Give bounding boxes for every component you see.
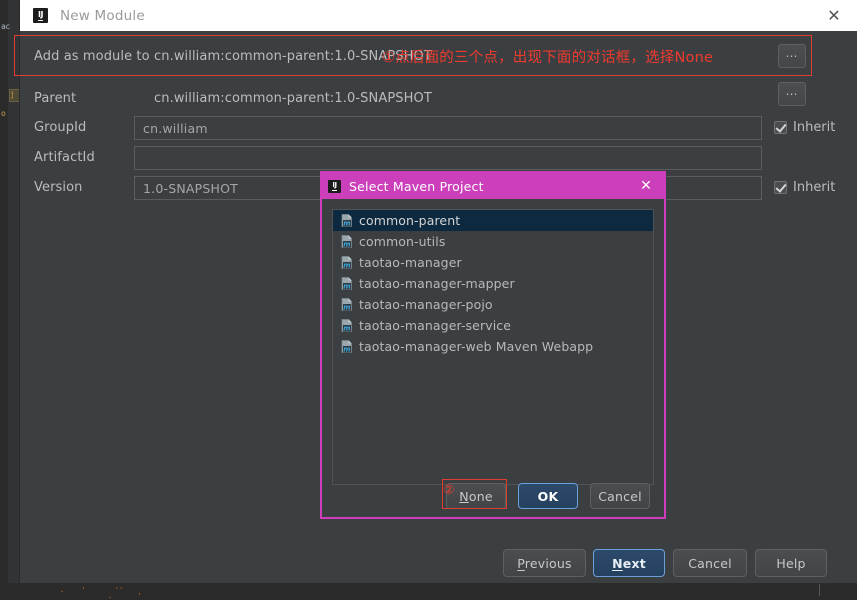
maven-dialog-titlebar: IJ Select Maven Project ✕ — [322, 173, 664, 199]
maven-project-list-item-label: common-utils — [359, 234, 446, 249]
next-button[interactable]: Next — [593, 549, 665, 577]
maven-module-icon: m — [341, 277, 353, 291]
maven-project-list-item[interactable]: m taotao-manager-web Maven Webapp — [333, 336, 653, 357]
svg-text:m: m — [343, 325, 350, 332]
ellipsis-icon: ⋯ — [785, 87, 799, 101]
version-inherit-label: Inherit — [793, 180, 836, 195]
groupid-input[interactable]: cn.william — [134, 116, 762, 140]
version-inherit-checkbox[interactable]: Inherit — [774, 180, 835, 195]
none-button-label-rest: one — [468, 488, 493, 504]
none-button[interactable]: None — [446, 483, 506, 509]
label-groupid: GroupId — [34, 120, 87, 135]
maven-module-icon: m — [341, 340, 353, 354]
checkbox-checked-icon — [774, 181, 787, 194]
next-button-label-rest: ext — [622, 555, 646, 571]
screen: ac j o . ' '' . ' IJ New Module ✕ Add as… — [0, 0, 857, 600]
maven-project-list-item[interactable]: m taotao-manager-pojo — [333, 294, 653, 315]
artifactid-input[interactable] — [134, 146, 762, 170]
browse-button-parent[interactable]: ⋯ — [778, 82, 806, 106]
maven-project-list-item-label: common-parent — [359, 213, 461, 228]
maven-dialog-footer: None OK Cancel — [322, 473, 664, 517]
maven-project-list-item[interactable]: m taotao-manager-mapper — [333, 273, 653, 294]
browse-button-add-as-module-to[interactable]: ⋯ — [778, 44, 806, 68]
svg-text:m: m — [343, 283, 350, 290]
maven-project-list-item[interactable]: m taotao-manager — [333, 252, 653, 273]
maven-project-list-item-label: taotao-manager-service — [359, 318, 512, 333]
close-icon[interactable]: ✕ — [636, 175, 656, 197]
intellij-idea-icon: IJ — [328, 179, 341, 193]
annotation-text-step1: ①点后面的三个点，出现下面的对话框，选择None — [382, 50, 714, 66]
cancel-button-maven[interactable]: Cancel — [590, 483, 650, 509]
maven-module-icon: m — [341, 319, 353, 333]
previous-button-label-rest: revious — [524, 555, 572, 571]
ellipsis-icon: ⋯ — [785, 49, 799, 63]
value-parent: cn.william:common-parent:1.0-SNAPSHOT — [154, 90, 432, 106]
ide-tab-label-0: ac — [1, 22, 10, 31]
row-parent: Parent cn.william:common-parent:1.0-SNAP… — [20, 83, 857, 113]
close-icon[interactable]: ✕ — [811, 0, 857, 31]
maven-project-list[interactable]: m common-parent m common-utils m taotao-manag… — [332, 209, 654, 485]
label-add-as-module-to: Add as module to — [34, 48, 150, 64]
maven-project-list-items: m common-parent m common-utils m taotao-manag… — [333, 210, 653, 357]
label-artifactid: ArtifactId — [34, 150, 95, 165]
annotation-marker-step2: ② — [443, 483, 455, 498]
maven-module-icon: m — [341, 298, 353, 312]
previous-button[interactable]: Previous — [503, 549, 586, 577]
window-titlebar: IJ New Module ✕ — [20, 0, 857, 31]
help-button[interactable]: Help — [755, 549, 827, 577]
svg-text:m: m — [343, 241, 350, 248]
maven-module-icon: m — [341, 235, 353, 249]
maven-project-list-item[interactable]: m common-utils — [333, 231, 653, 252]
ok-button[interactable]: OK — [518, 483, 578, 509]
groupid-inherit-checkbox[interactable]: Inherit — [774, 120, 835, 135]
maven-project-list-item[interactable]: m taotao-manager-service — [333, 315, 653, 336]
window-title: New Module — [60, 7, 145, 24]
maven-project-list-item[interactable]: m common-parent — [333, 210, 653, 231]
maven-project-list-item-label: taotao-manager — [359, 255, 462, 270]
maven-module-icon: m — [341, 256, 353, 270]
maven-project-list-item-label: taotao-manager-mapper — [359, 276, 515, 291]
groupid-value: cn.william — [143, 120, 208, 136]
label-version: Version — [34, 180, 83, 195]
svg-text:m: m — [343, 346, 350, 353]
window-footer: Previous Next Cancel Help — [20, 539, 857, 583]
checkbox-checked-icon — [774, 121, 787, 134]
svg-text:m: m — [343, 220, 350, 227]
ide-editor-gutter — [0, 0, 8, 596]
label-parent: Parent — [34, 90, 77, 106]
ide-divider — [819, 583, 820, 596]
svg-text:m: m — [343, 304, 350, 311]
maven-dialog-title: Select Maven Project — [349, 178, 484, 194]
intellij-idea-icon: IJ — [33, 8, 48, 23]
maven-project-list-item-label: taotao-manager-pojo — [359, 297, 493, 312]
svg-text:m: m — [343, 262, 350, 269]
cancel-button[interactable]: Cancel — [673, 549, 747, 577]
ide-code-fragment-2: . ' — [108, 592, 142, 600]
groupid-inherit-label: Inherit — [793, 120, 836, 135]
maven-module-icon: m — [341, 214, 353, 228]
version-value: 1.0-SNAPSHOT — [143, 180, 238, 196]
ide-tab-label-2: o — [1, 109, 6, 118]
select-maven-project-dialog: IJ Select Maven Project ✕ m common-parent… — [320, 171, 666, 519]
maven-project-list-item-label: taotao-manager-web Maven Webapp — [359, 339, 594, 354]
